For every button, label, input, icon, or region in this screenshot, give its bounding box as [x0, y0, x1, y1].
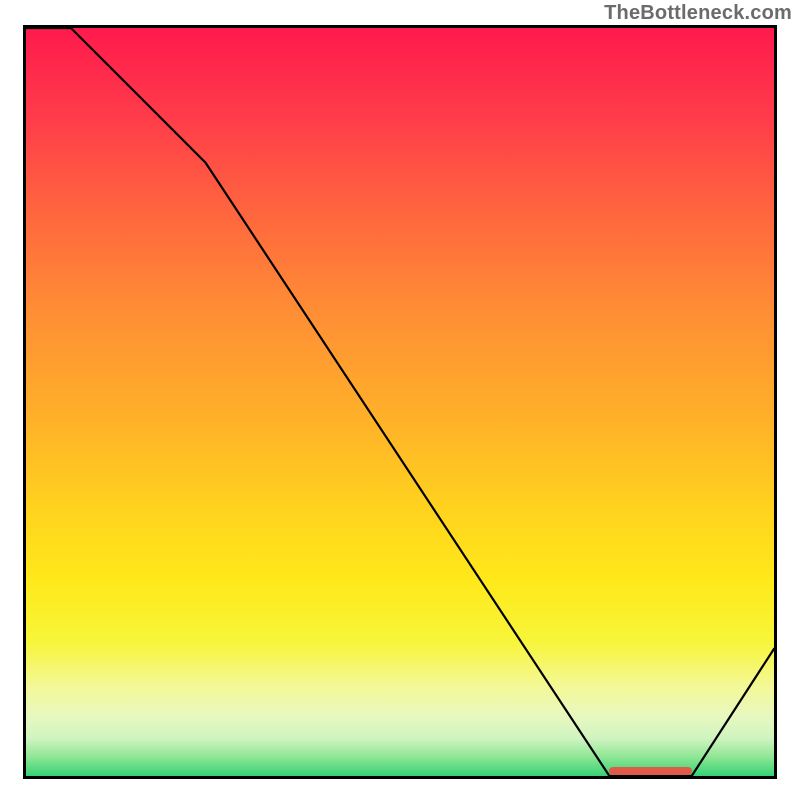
chart-container: TheBottleneck.com: [0, 0, 800, 800]
optimal-range-marker: [609, 767, 691, 775]
attribution-text: TheBottleneck.com: [604, 2, 792, 25]
curve-svg: [26, 28, 774, 776]
bottleneck-curve: [26, 28, 774, 776]
plot-area: [23, 25, 777, 779]
